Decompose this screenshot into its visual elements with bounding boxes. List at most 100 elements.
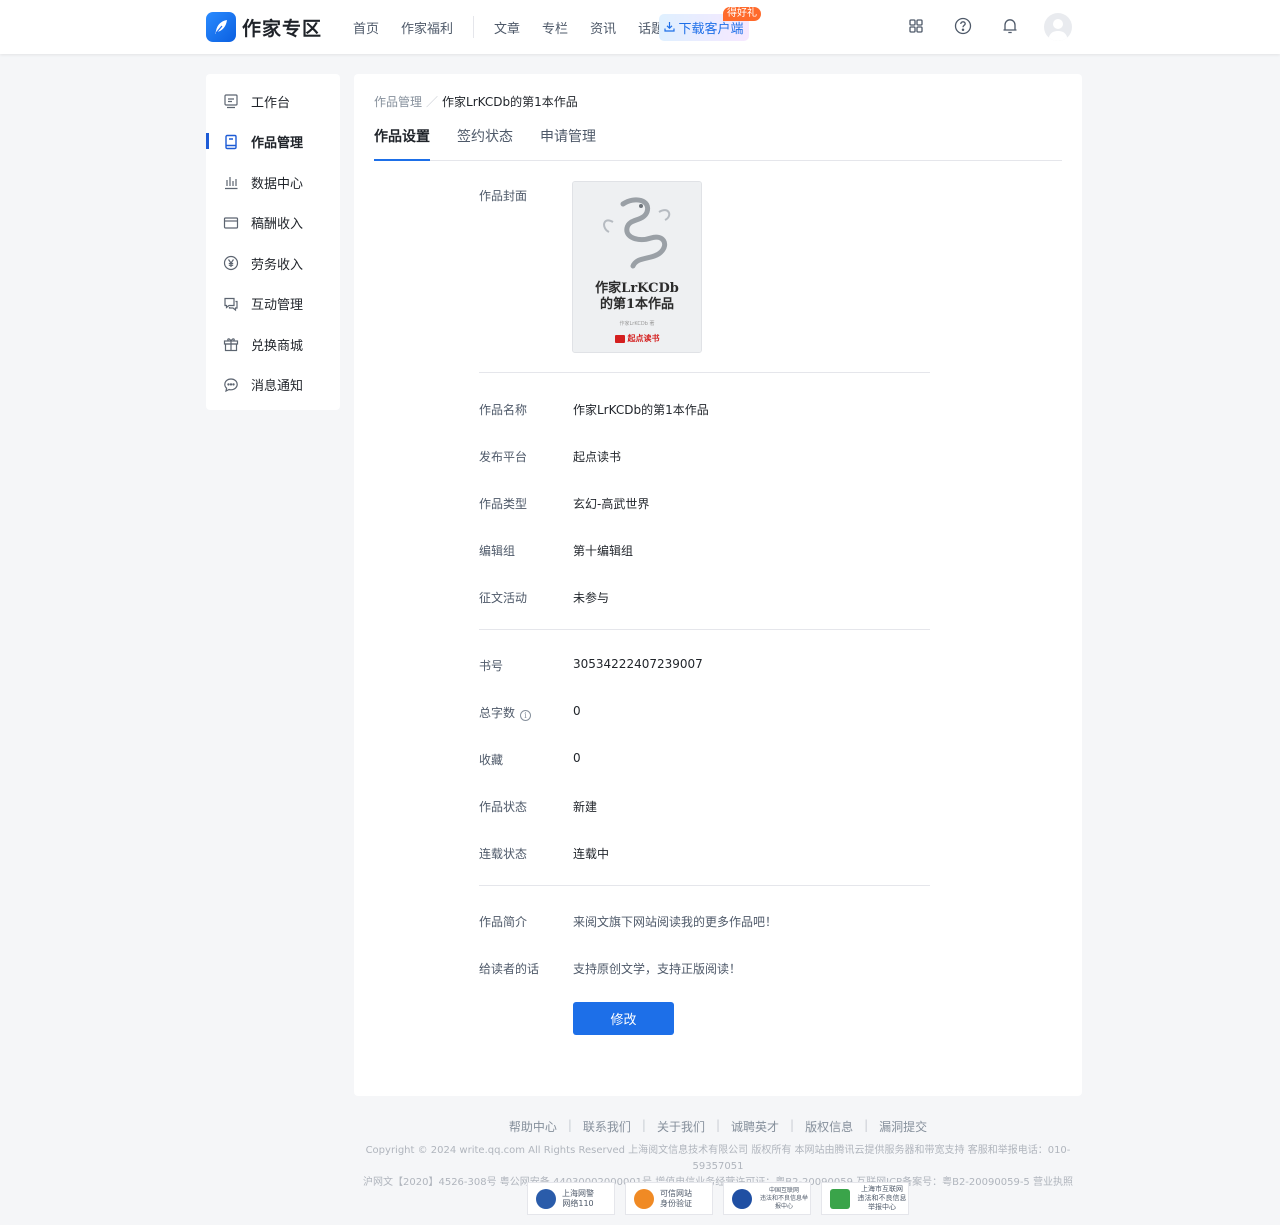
site-logo[interactable]: 作家专区: [206, 12, 322, 42]
sidebar-item-workbench[interactable]: 工作台: [206, 81, 340, 122]
sidebar-item-label: 工作台: [251, 95, 291, 111]
tab-work-settings[interactable]: 作品设置: [374, 127, 430, 161]
cover-title-line2: 的第1本作品: [599, 297, 675, 312]
field-label-reader-note: 给读者的话: [479, 962, 540, 976]
cover-title: 作家LrKCDb 的第1本作品: [573, 281, 701, 313]
nav-articles[interactable]: 文章: [494, 18, 520, 37]
breadcrumb-parent[interactable]: 作品管理: [374, 95, 422, 109]
bell-icon[interactable]: [1000, 16, 1022, 38]
report-center-icon: [732, 1188, 752, 1209]
help-icon[interactable]: [953, 16, 975, 38]
grid-icon[interactable]: [906, 16, 928, 38]
avatar[interactable]: [1044, 13, 1072, 41]
footer-link-contact[interactable]: 联系我们: [572, 1118, 642, 1135]
badge-shanghai-police[interactable]: 上海网警 网络110: [527, 1182, 615, 1215]
download-icon: [664, 21, 676, 35]
badge-text: 中国互联网 违法和不良信息举报中心: [759, 1186, 808, 1210]
field-value-status: 新建: [573, 800, 598, 814]
work-settings-panel: 作品管理／作家LrKCDb的第1本作品 作品设置 签约状态 申请管理 作品封面 …: [354, 74, 1082, 1096]
nav-divider: [473, 16, 475, 38]
field-label-word-count: 总字数 i: [479, 704, 532, 721]
field-label-platform: 发布平台: [479, 450, 528, 464]
footer-link-careers[interactable]: 诚聘英才: [720, 1118, 790, 1135]
cover-label: 作品封面: [479, 189, 528, 203]
top-header: 作家专区 首页 作家福利 文章 专栏 资讯 话题 下载客户端 得好礼: [0, 0, 1280, 54]
shanghai-report-icon: [830, 1188, 850, 1209]
gift-icon: [223, 336, 239, 352]
field-label-genre: 作品类型: [479, 497, 528, 511]
nav-writer-benefits[interactable]: 作家福利: [401, 18, 453, 37]
sidebar-item-label: 兑换商城: [251, 338, 304, 354]
badge-shanghai-report-center[interactable]: 上海市互联网 违法和不良信息举报中心: [821, 1182, 909, 1215]
sidebar-item-label: 稿酬收入: [251, 217, 304, 233]
tab-application-management[interactable]: 申请管理: [540, 127, 596, 161]
nav-news[interactable]: 资讯: [590, 18, 616, 37]
police-shield-icon: [536, 1188, 556, 1209]
sidebar-item-label: 作品管理: [251, 136, 304, 152]
field-label-favorites: 收藏: [479, 753, 504, 767]
divider: [479, 885, 930, 886]
workbench-icon: [223, 93, 239, 109]
feather-logo-icon: [206, 12, 236, 42]
sidebar-item-shop[interactable]: 兑换商城: [206, 324, 340, 365]
tab-contract-status[interactable]: 签约状态: [457, 127, 513, 161]
field-label-editor-group: 编辑组: [479, 544, 516, 558]
field-value-favorites: 0: [573, 751, 581, 765]
nav-home[interactable]: 首页: [353, 18, 379, 37]
field-value-book-id: 30534222407239007: [573, 657, 703, 671]
cover-author: 作家LrKCDb 著: [619, 321, 655, 327]
field-value-editor-group: 第十编辑组: [573, 544, 634, 558]
field-value-platform: 起点读书: [573, 450, 622, 464]
cover-brand-label: 起点读书: [627, 334, 660, 343]
sidebar-item-works[interactable]: 作品管理: [206, 122, 340, 163]
divider: [479, 629, 930, 630]
footer-link-help[interactable]: 帮助中心: [498, 1118, 568, 1135]
edit-button[interactable]: 修改: [573, 1002, 674, 1035]
sidebar-item-label: 消息通知: [251, 379, 304, 395]
book-icon: [223, 134, 239, 150]
badge-text: 可信网站 身份验证: [660, 1188, 692, 1208]
trusted-site-icon: [634, 1188, 654, 1209]
card-icon: [223, 215, 239, 231]
nav-columns[interactable]: 专栏: [542, 18, 568, 37]
footer-link-about[interactable]: 关于我们: [646, 1118, 716, 1135]
message-icon: [223, 377, 239, 393]
footer-links: 帮助中心 | 联系我们 | 关于我们 | 诚聘英才 | 版权信息 | 漏洞提交: [354, 1118, 1082, 1135]
book-cover[interactable]: 作家LrKCDb 的第1本作品 作家LrKCDb 著 起点读书: [572, 181, 702, 353]
sidebar-item-labor-income[interactable]: 劳务收入: [206, 243, 340, 284]
field-value-serial-status: 连载中: [573, 847, 610, 861]
info-icon[interactable]: i: [520, 710, 532, 721]
badge-trusted-site[interactable]: 可信网站 身份验证: [625, 1182, 713, 1215]
field-value-reader-note: 支持原创文学，支持正版阅读！: [573, 962, 742, 976]
footer-link-bug-report[interactable]: 漏洞提交: [868, 1118, 938, 1135]
badge-illegal-report-center[interactable]: 中国互联网 违法和不良信息举报中心: [723, 1182, 811, 1215]
yuan-icon: [223, 255, 239, 271]
word-count-label-text: 总字数: [479, 706, 516, 720]
field-label-status: 作品状态: [479, 800, 528, 814]
main-nav: 首页 作家福利 文章 专栏 资讯 话题: [353, 0, 686, 54]
field-value-contest: 未参与: [573, 591, 610, 605]
sidebar-item-royalty[interactable]: 稿酬收入: [206, 203, 340, 244]
cover-brand: 起点读书: [573, 333, 701, 344]
field-label-book-id: 书号: [479, 659, 504, 673]
qidian-logo-icon: [614, 334, 625, 343]
gift-badge: 得好礼: [723, 7, 761, 21]
field-label-intro: 作品简介: [479, 915, 528, 929]
sidebar-item-data-center[interactable]: 数据中心: [206, 162, 340, 203]
breadcrumb-separator: ／: [426, 95, 439, 109]
breadcrumb: 作品管理 ／作家LrKCDb的第1本作品: [374, 93, 578, 110]
sidebar-item-interaction[interactable]: 互动管理: [206, 284, 340, 325]
footer-link-copyright[interactable]: 版权信息: [794, 1118, 864, 1135]
sidebar-item-messages[interactable]: 消息通知: [206, 365, 340, 406]
logo-text: 作家专区: [242, 17, 323, 40]
badge-text: 上海网警 网络110: [562, 1188, 594, 1208]
field-label-name: 作品名称: [479, 403, 528, 417]
field-value-name: 作家LrKCDb的第1本作品: [573, 403, 709, 417]
badge-text: 上海市互联网 违法和不良信息举报中心: [857, 1185, 907, 1211]
cover-title-line1: 作家LrKCDb: [595, 281, 679, 296]
field-label-contest: 征文活动: [479, 591, 528, 605]
divider: [479, 372, 930, 373]
comments-icon: [223, 296, 239, 312]
sidebar-item-label: 劳务收入: [251, 257, 304, 273]
field-value-word-count: 0: [573, 704, 581, 718]
